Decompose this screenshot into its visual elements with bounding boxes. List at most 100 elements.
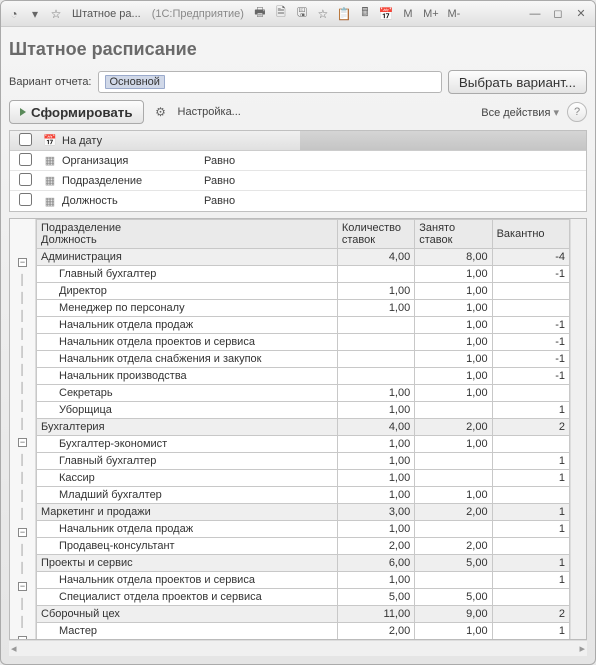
table-row[interactable]: Главный бухгалтер1,00-1 — [37, 266, 570, 283]
table-row[interactable]: Менеджер по персоналу1,001,00 — [37, 300, 570, 317]
star-icon[interactable]: ☆ — [47, 5, 65, 23]
choose-variant-button[interactable]: Выбрать вариант... — [448, 70, 587, 94]
filter-row-checkbox[interactable] — [19, 173, 32, 186]
row-name: Главный бухгалтер — [37, 453, 338, 470]
row-qty — [337, 317, 414, 334]
settings-link[interactable]: Настройка... — [178, 106, 241, 118]
row-name: Секретарь — [37, 385, 338, 402]
row-qty: 1,00 — [337, 300, 414, 317]
close-button[interactable]: ✕ — [571, 5, 591, 23]
collapse-toggle[interactable]: − — [18, 528, 27, 537]
collapse-toggle[interactable]: − — [18, 438, 27, 447]
scroll-right-icon[interactable]: ▸ — [579, 642, 585, 655]
row-name: Продавец-консультант — [37, 538, 338, 555]
row-vac: -1 — [492, 266, 569, 283]
row-qty: 2,00 — [337, 623, 414, 640]
vertical-scrollbar[interactable] — [570, 219, 586, 639]
table-row[interactable]: Начальник отдела продаж1,00-1 — [37, 317, 570, 334]
group-qty: 3,00 — [337, 504, 414, 521]
table-row[interactable]: Младший бухгалтер1,001,00 — [37, 487, 570, 504]
filter-row-name: Подразделение — [60, 175, 200, 187]
calendar-icon[interactable]: 📅 — [377, 5, 395, 23]
group-row[interactable]: Бухгалтерия4,002,002 — [37, 419, 570, 436]
row-qty: 1,00 — [337, 402, 414, 419]
outline-gutter: −│││││││││−││││−││−││−│││− — [10, 219, 36, 639]
table-row[interactable]: Уборщица1,001 — [37, 402, 570, 419]
table-row[interactable]: Главный бухгалтер1,001 — [37, 453, 570, 470]
group-vac: -4 — [492, 249, 569, 266]
row-vac: 1 — [492, 572, 569, 589]
row-qty: 1,00 — [337, 385, 414, 402]
form-report-button[interactable]: Сформировать — [9, 100, 144, 124]
table-row[interactable]: Специалист отдела проектов и сервиса5,00… — [37, 589, 570, 606]
row-vac — [492, 283, 569, 300]
filter-row-cond: Равно — [200, 175, 586, 187]
col-header-busy: Занято ставок — [415, 220, 492, 249]
filter-row-name: Должность — [60, 195, 200, 207]
row-vac: -1 — [492, 334, 569, 351]
group-row[interactable]: Администрация4,008,00-4 — [37, 249, 570, 266]
calculator-icon[interactable]: 🖩 — [356, 5, 374, 23]
table-row[interactable]: Продавец-консультант2,002,00 — [37, 538, 570, 555]
minimize-button[interactable]: — — [525, 5, 545, 23]
table-row[interactable]: Мастер2,001,001 — [37, 623, 570, 640]
clipboard-icon[interactable]: 📋 — [335, 5, 353, 23]
dropdown-icon[interactable]: ▾ — [26, 5, 44, 23]
row-busy: 1,00 — [415, 436, 492, 453]
row-qty: 2,00 — [337, 538, 414, 555]
collapse-toggle[interactable]: − — [18, 582, 27, 591]
group-busy: 8,00 — [415, 249, 492, 266]
table-row[interactable]: Начальник производства1,00-1 — [37, 368, 570, 385]
row-vac: 1 — [492, 623, 569, 640]
group-vac: 2 — [492, 419, 569, 436]
row-vac: 1 — [492, 453, 569, 470]
row-qty: 1,00 — [337, 521, 414, 538]
report-scroll[interactable]: Подразделение Должность Количество ставо… — [36, 219, 570, 639]
help-button[interactable]: ? — [567, 102, 587, 122]
filter-panel: 📅 На дату ▦ОрганизацияРавно▦Подразделени… — [9, 130, 587, 212]
horizontal-scrollbar[interactable]: ◂ ▸ — [9, 640, 587, 656]
filter-row-checkbox[interactable] — [19, 153, 32, 166]
group-row[interactable]: Сборочный цех11,009,002 — [37, 606, 570, 623]
variant-input[interactable]: Основной — [98, 71, 442, 93]
save-icon[interactable]: 🖫 — [293, 5, 311, 23]
memory-mminus-button[interactable]: M- — [444, 5, 464, 23]
filter-row-cond: Равно — [200, 155, 586, 167]
date-icon: 📅 — [40, 134, 60, 147]
preview-icon[interactable]: 🗎 — [272, 5, 290, 23]
row-busy — [415, 521, 492, 538]
row-qty: 1,00 — [337, 436, 414, 453]
row-vac: -1 — [492, 351, 569, 368]
row-name: Начальник производства — [37, 368, 338, 385]
row-vac: -1 — [492, 317, 569, 334]
play-icon — [20, 108, 26, 116]
group-row[interactable]: Маркетинг и продажи3,002,001 — [37, 504, 570, 521]
scroll-left-icon[interactable]: ◂ — [11, 642, 17, 655]
collapse-toggle[interactable]: − — [18, 258, 27, 267]
row-name: Менеджер по персоналу — [37, 300, 338, 317]
maximize-button[interactable]: ◻ — [548, 5, 568, 23]
table-row[interactable]: Кассир1,001 — [37, 470, 570, 487]
row-name: Уборщица — [37, 402, 338, 419]
content-area: Штатное расписание Вариант отчета: Основ… — [1, 27, 595, 664]
table-row[interactable]: Бухгалтер-экономист1,001,00 — [37, 436, 570, 453]
print-icon[interactable]: 🖶 — [251, 5, 269, 23]
filter-all-checkbox[interactable] — [19, 133, 32, 146]
filter-row-checkbox[interactable] — [19, 193, 32, 206]
table-row[interactable]: Начальник отдела проектов и сервиса1,001 — [37, 572, 570, 589]
row-busy: 5,00 — [415, 589, 492, 606]
table-row[interactable]: Начальник отдела снабжения и закупок1,00… — [37, 351, 570, 368]
memory-m-button[interactable]: M — [398, 5, 418, 23]
group-row[interactable]: Проекты и сервис6,005,001 — [37, 555, 570, 572]
row-qty — [337, 266, 414, 283]
collapse-toggle[interactable]: − — [18, 636, 27, 641]
table-row[interactable]: Начальник отдела проектов и сервиса1,00-… — [37, 334, 570, 351]
memory-mplus-button[interactable]: M+ — [421, 5, 441, 23]
app-name: (1С:Предприятие) — [152, 8, 244, 20]
table-row[interactable]: Секретарь1,001,00 — [37, 385, 570, 402]
table-row[interactable]: Директор1,001,00 — [37, 283, 570, 300]
row-name: Кассир — [37, 470, 338, 487]
table-row[interactable]: Начальник отдела продаж1,001 — [37, 521, 570, 538]
favorite-icon[interactable]: ☆ — [314, 5, 332, 23]
all-actions-menu[interactable]: Все действия — [481, 106, 559, 119]
